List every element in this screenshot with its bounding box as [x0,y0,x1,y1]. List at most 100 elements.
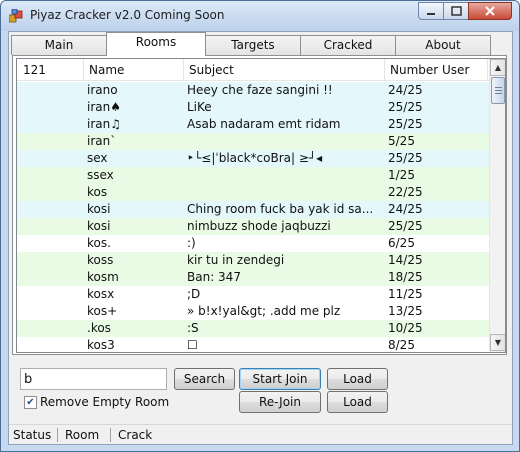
room-name-cell: irano [87,83,118,97]
room-users-cell: 22/25 [388,185,423,199]
room-subject-cell: Asab nadaram emt ridam [187,117,341,131]
crack-label: Crack [118,428,153,442]
close-button[interactable] [468,2,512,20]
scrollbar-thumb[interactable] [491,77,505,104]
table-row[interactable]: iran♫ Asab nadaram emt ridam 25/25 [17,116,489,133]
room-subject-cell: Ching room fuck ba yak id sa... [187,202,374,216]
table-row[interactable]: kos 22/25 [17,184,489,201]
tab-main[interactable]: Main [11,35,107,55]
table-row[interactable]: kosm Ban: 347 18/25 [17,269,489,286]
room-users-cell: 5/25 [388,134,415,148]
room-subject-cell: Ban: 347 [187,270,241,284]
table-row[interactable]: iran` 5/25 [17,133,489,150]
room-users-cell: 13/25 [388,304,423,318]
table-row[interactable]: irano Heey che faze sangini !! 24/25 [17,82,489,99]
minimize-icon [427,13,435,15]
table-row[interactable]: iran♠ LiKe 25/25 [17,99,489,116]
room-users-cell: 1/25 [388,168,415,182]
tab-rooms[interactable]: Rooms [106,32,206,56]
maximize-button[interactable] [443,2,469,20]
room-users-cell: 25/25 [388,117,423,131]
list-rows: irano Heey che faze sangini !! 24/25 iran♠ L… [17,82,489,352]
room-name-cell: .kos [87,321,111,335]
table-row[interactable]: ssex 1/25 [17,167,489,184]
room-users-cell: 25/25 [388,100,423,114]
app-icon [9,9,23,23]
room-name-cell: kos. [87,236,111,250]
tab-about[interactable]: About [395,35,491,55]
room-subject-cell: :) [187,236,196,250]
table-row[interactable]: koss kir tu in zendegi 14/25 [17,252,489,269]
room-users-cell: 8/25 [388,338,415,352]
room-users-cell: 11/25 [388,287,423,301]
room-name-cell: kosx [87,287,115,301]
close-icon [485,6,495,16]
maximize-icon [451,6,462,16]
room-name-cell: sex [87,151,108,165]
room-name-cell: kosi [87,219,111,233]
status-label: Status [13,428,52,442]
room-subject-cell: ☐ [187,338,198,352]
column-header-subject[interactable]: Subject [189,63,234,77]
search-input[interactable] [20,368,167,390]
status-bar: Status Room Crack [9,424,512,444]
room-name-cell: ssex [87,168,114,182]
room-users-cell: 10/25 [388,321,423,335]
vertical-scrollbar[interactable]: ▲ ▼ [489,59,505,352]
room-subject-cell: ;D [187,287,201,301]
table-row[interactable]: kosi Ching room fuck ba yak id sa... 24/25 [17,201,489,218]
room-name-cell: kos3 [87,338,115,352]
room-label: Room [65,428,100,442]
room-name-cell: iran` [87,134,117,148]
minimize-button[interactable] [418,2,444,20]
table-row[interactable]: .kos :S 10/25 [17,320,489,337]
app-window: Piyaz Cracker v2.0 Coming Soon Main Room… [0,0,520,452]
load-button-1[interactable]: Load [327,368,388,390]
tab-cracked[interactable]: Cracked [300,35,396,55]
remove-empty-room-label[interactable]: Remove Empty Room [40,395,169,409]
table-row[interactable]: kos.:) 6/25 [17,235,489,252]
column-header-count[interactable]: 121 [23,63,46,77]
remove-empty-room-checkbox[interactable]: ✔ [24,396,37,409]
table-row[interactable]: sex ‣└≤|ˈblack*coBra| ≥┘◂ 25/25 [17,150,489,167]
load-button-2[interactable]: Load [327,391,388,413]
room-users-cell: 25/25 [388,151,423,165]
room-subject-cell: ‣└≤|ˈblack*coBra| ≥┘◂ [187,151,323,165]
room-users-cell: 25/25 [388,219,423,233]
tab-targets[interactable]: Targets [205,35,301,55]
table-row[interactable]: kosi nimbuzz shode jaqbuzzi 25/25 [17,218,489,235]
room-name-cell: kosi [87,202,111,216]
table-row[interactable]: kos+ » b!x!yal&gt; .add me plz 13/25 [17,303,489,320]
room-users-cell: 24/25 [388,83,423,97]
list-header: 121 Name Subject Number User [17,59,489,81]
start-join-button[interactable]: Start Join [239,368,321,390]
title-bar[interactable]: Piyaz Cracker v2.0 Coming Soon [1,1,519,31]
rooms-tab-panel: 121 Name Subject Number User irano Heey c… [12,55,507,355]
room-name-cell: iran♠ [87,100,121,114]
column-header-name[interactable]: Name [89,63,124,77]
rejoin-button[interactable]: Re-Join [239,391,321,413]
search-button[interactable]: Search [174,368,235,390]
column-header-number-user[interactable]: Number User [390,63,469,77]
room-subject-cell: nimbuzz shode jaqbuzzi [187,219,331,233]
table-row[interactable]: kos3 ☐ 8/25 [17,337,489,352]
room-users-cell: 6/25 [388,236,415,250]
room-name-cell: koss [87,253,114,267]
room-name-cell: kosm [87,270,119,284]
client-area: Main Rooms Targets Cracked About 121 Nam… [8,31,513,445]
room-subject-cell: » b!x!yal&gt; .add me plz [187,304,341,318]
room-users-cell: 14/25 [388,253,423,267]
room-name-cell: kos+ [87,304,118,318]
room-users-cell: 18/25 [388,270,423,284]
table-row[interactable]: kosx ;D 11/25 [17,286,489,303]
window-title: Piyaz Cracker v2.0 Coming Soon [30,8,225,22]
room-users-cell: 24/25 [388,202,423,216]
room-name-cell: kos [87,185,108,199]
room-name-cell: iran♫ [87,117,121,131]
room-subject-cell: LiKe [187,100,212,114]
room-subject-cell: Heey che faze sangini !! [187,83,333,97]
room-subject-cell: :S [187,321,199,335]
scroll-down-arrow-icon[interactable]: ▼ [490,334,505,351]
rooms-list[interactable]: 121 Name Subject Number User irano Heey c… [16,58,506,353]
scroll-up-arrow-icon[interactable]: ▲ [490,59,505,76]
